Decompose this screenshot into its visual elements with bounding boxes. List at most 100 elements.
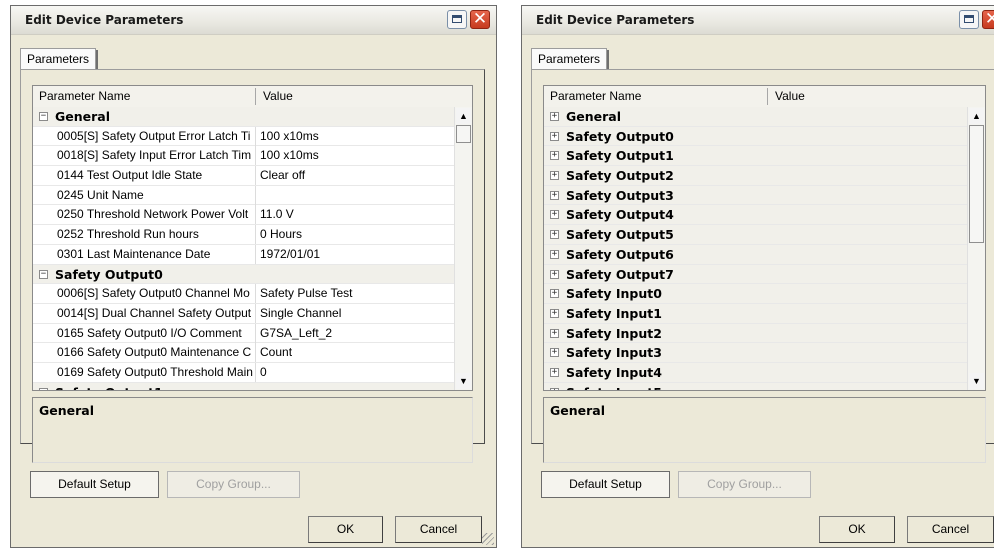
maximize-icon[interactable] (959, 10, 979, 29)
group-row[interactable]: + Safety Input4 (544, 362, 969, 383)
column-header-value[interactable]: Value (257, 86, 457, 107)
copy-group-button[interactable]: Copy Group... (167, 471, 300, 498)
expand-icon[interactable]: + (550, 348, 559, 358)
copy-group-button[interactable]: Copy Group... (678, 471, 811, 498)
default-setup-label: Default Setup (569, 477, 642, 491)
vertical-scrollbar[interactable]: ▲ ▼ (967, 107, 985, 390)
expand-icon[interactable]: + (550, 249, 559, 259)
cancel-button[interactable]: Cancel (907, 516, 994, 543)
group-row[interactable]: + Safety Input2 (544, 323, 969, 344)
close-icon[interactable]: ✕ (982, 10, 994, 29)
table-row[interactable]: 0166 Safety Output0 Maintenance C Count (33, 343, 456, 363)
parameter-value[interactable]: G7SA_Left_2 (255, 323, 455, 343)
column-header-value[interactable]: Value (769, 86, 969, 107)
tab-parameters-label: Parameters (27, 52, 90, 66)
parameter-value[interactable]: 0 Hours (255, 225, 455, 245)
tab-parameters[interactable]: Parameters (531, 48, 610, 71)
group-row[interactable]: + General (544, 107, 969, 127)
group-row[interactable]: + Safety Output4 (544, 205, 969, 226)
expand-icon[interactable]: + (550, 308, 559, 318)
expand-icon[interactable]: + (550, 151, 559, 161)
table-row[interactable]: 0252 Threshold Run hours 0 Hours (33, 225, 456, 245)
scroll-up-arrow-icon[interactable]: ▲ (456, 108, 471, 124)
column-header-parameter-name-label: Parameter Name (39, 89, 131, 103)
maximize-icon[interactable] (447, 10, 467, 29)
parameter-value[interactable]: Clear off (255, 166, 455, 186)
table-row[interactable]: 0165 Safety Output0 I/O Comment G7SA_Left… (33, 323, 456, 344)
scrollbar-thumb[interactable] (969, 125, 984, 243)
cancel-button[interactable]: Cancel (395, 516, 482, 543)
column-header-value-label: Value (263, 89, 293, 103)
group-row[interactable]: + Safety Output1 (544, 146, 969, 167)
parameter-value[interactable]: Safety Pulse Test (255, 284, 455, 304)
title-bar[interactable]: Edit Device Parameters ✕ (522, 6, 994, 35)
table-row[interactable]: 0301 Last Maintenance Date 1972/01/01 (33, 244, 456, 265)
parameter-grid: Parameter Name Value + General + Safety Out… (543, 85, 986, 391)
ok-button[interactable]: OK (308, 516, 383, 543)
expand-icon[interactable]: + (550, 328, 559, 338)
scrollbar-thumb[interactable] (456, 125, 471, 143)
collapse-icon[interactable]: − (39, 269, 48, 279)
vertical-scrollbar[interactable]: ▲ ▼ (454, 107, 472, 390)
collapse-icon[interactable]: − (39, 112, 48, 121)
tab-parameters[interactable]: Parameters (20, 48, 99, 71)
expand-icon[interactable]: + (550, 269, 559, 279)
column-divider[interactable] (255, 88, 256, 105)
table-row[interactable]: 0245 Unit Name (33, 185, 456, 206)
parameter-value[interactable]: 100 x10ms (255, 126, 455, 146)
table-row[interactable]: 0144 Test Output Idle State Clear off (33, 166, 456, 186)
parameter-value[interactable]: 100 x10ms (255, 146, 455, 166)
parameter-value[interactable]: Single Channel (255, 303, 455, 323)
expand-icon[interactable]: + (550, 367, 559, 377)
title-bar[interactable]: Edit Device Parameters ✕ (11, 6, 496, 35)
grid-header: Parameter Name Value (33, 86, 472, 108)
parameter-value[interactable]: 1972/01/01 (255, 244, 455, 264)
resize-grip-icon[interactable] (482, 533, 494, 545)
table-row[interactable]: 0005[S] Safety Output Error Latch Ti 100 … (33, 126, 456, 147)
parameter-value[interactable]: Count (255, 343, 455, 363)
default-setup-button[interactable]: Default Setup (30, 471, 159, 498)
scroll-down-arrow-icon[interactable]: ▼ (969, 373, 984, 389)
parameter-name: 0252 Threshold Run hours (57, 227, 199, 242)
expand-icon[interactable]: + (550, 131, 559, 141)
scroll-down-arrow-icon[interactable]: ▼ (456, 373, 471, 389)
parameter-value[interactable]: 0 (255, 362, 455, 382)
group-row[interactable]: + Safety Input5 (544, 382, 969, 390)
expand-icon[interactable]: + (550, 289, 559, 299)
expand-icon[interactable]: + (550, 230, 559, 240)
group-row[interactable]: − Safety Output0 (33, 264, 456, 285)
column-header-parameter-name[interactable]: Parameter Name (544, 86, 767, 107)
column-divider[interactable] (767, 88, 768, 105)
close-icon[interactable]: ✕ (470, 10, 490, 29)
grid-header: Parameter Name Value (544, 86, 985, 108)
table-row[interactable]: 0006[S] Safety Output0 Channel Mo Safety … (33, 284, 456, 304)
expand-icon[interactable]: + (550, 210, 559, 220)
group-row[interactable]: + Safety Output6 (544, 244, 969, 265)
expand-icon[interactable]: + (550, 112, 559, 121)
group-row[interactable]: + Safety Input1 (544, 303, 969, 324)
group-row[interactable]: + Safety Output5 (544, 225, 969, 245)
default-setup-button[interactable]: Default Setup (541, 471, 670, 498)
group-row[interactable]: + Safety Output0 (544, 126, 969, 147)
group-row[interactable]: + Safety Input0 (544, 284, 969, 304)
parameter-value[interactable]: 11.0 V (255, 205, 455, 225)
column-header-parameter-name[interactable]: Parameter Name (33, 86, 255, 107)
group-row[interactable]: − Safety Output1 (33, 382, 456, 390)
group-row[interactable]: − General (33, 107, 456, 127)
scroll-up-arrow-icon[interactable]: ▲ (969, 108, 984, 124)
ok-button[interactable]: OK (819, 516, 895, 543)
parameter-name: 0166 Safety Output0 Maintenance C (57, 345, 252, 360)
table-row[interactable]: 0018[S] Safety Input Error Latch Tim 100 … (33, 146, 456, 167)
expand-icon[interactable]: + (550, 171, 559, 181)
group-row[interactable]: + Safety Output7 (544, 264, 969, 285)
collapse-icon[interactable]: − (39, 387, 48, 390)
group-row[interactable]: + Safety Input3 (544, 343, 969, 363)
table-row[interactable]: 0014[S] Dual Channel Safety Output Single… (33, 303, 456, 324)
expand-icon[interactable]: + (550, 387, 559, 390)
group-row[interactable]: + Safety Output2 (544, 166, 969, 186)
table-row[interactable]: 0169 Safety Output0 Threshold Main 0 (33, 362, 456, 383)
expand-icon[interactable]: + (550, 190, 559, 200)
parameter-value[interactable] (255, 185, 455, 205)
group-row[interactable]: + Safety Output3 (544, 185, 969, 206)
table-row[interactable]: 0250 Threshold Network Power Volt 11.0 V (33, 205, 456, 226)
